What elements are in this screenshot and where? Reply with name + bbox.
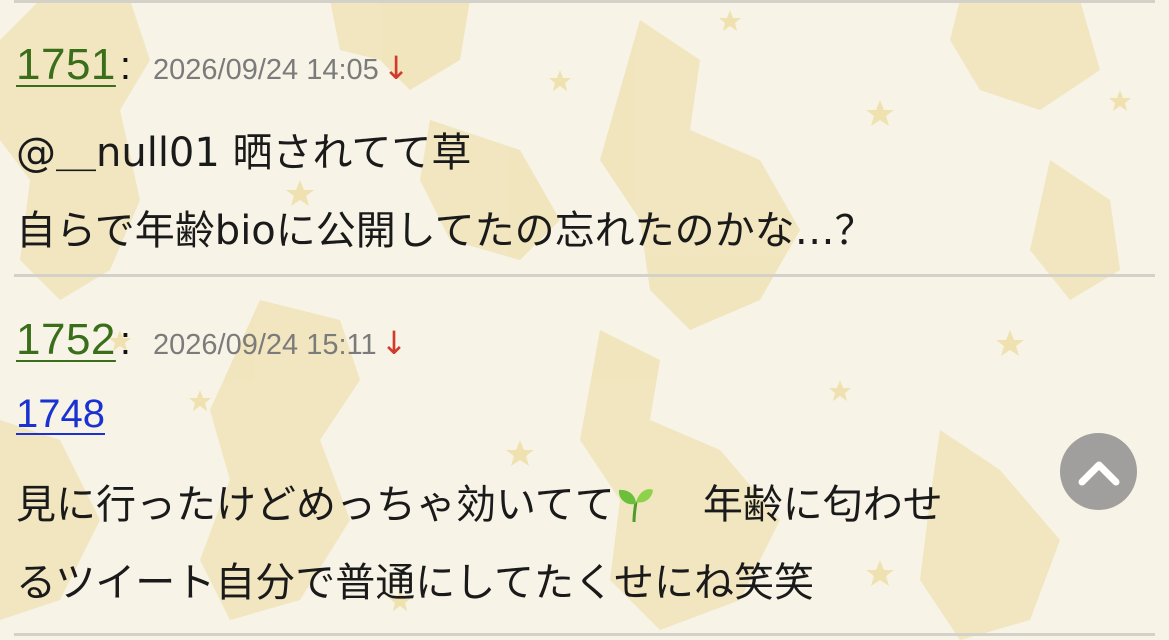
post-body-text: 年齢に匂わせ	[702, 482, 943, 528]
post-body-text: 見に行ったけどめっちゃ効いてて	[16, 482, 615, 528]
post-body-line: @＿null01 晒されてて草	[16, 130, 472, 176]
post-date: 2026/09/24 15:11	[153, 329, 377, 361]
scroll-to-top-button[interactable]	[1060, 433, 1137, 510]
reply-anchor-link[interactable]: 1748	[16, 392, 105, 437]
reply-arrow-link[interactable]: ↓	[381, 324, 408, 362]
chevron-up-icon	[1078, 461, 1119, 485]
post-header: 1752 : 2026/09/24 15:11 ↓	[16, 315, 407, 365]
post-date: 2026/09/24 14:05	[153, 54, 379, 86]
sprout-emoji-icon	[615, 484, 655, 524]
post-divider	[14, 633, 1155, 636]
header-colon: :	[119, 44, 132, 88]
post-body-line: 見に行ったけどめっちゃ効いてて 年齢に匂わせ	[16, 472, 943, 530]
post-number-link[interactable]: 1752	[16, 315, 116, 365]
post-number-link[interactable]: 1751	[16, 40, 116, 90]
post-body-line: 自らで年齢bioに公開してたの忘れたのかな…？	[16, 208, 875, 254]
post-header: 1751 : 2026/09/24 14:05 ↓	[16, 40, 410, 90]
post-divider	[14, 274, 1155, 277]
post-divider	[14, 0, 1155, 3]
header-colon: :	[119, 319, 132, 363]
reply-arrow-link[interactable]: ↓	[383, 49, 410, 87]
post-body-line: るツイート自分で普通にしてたくせにね笑笑	[16, 560, 814, 606]
